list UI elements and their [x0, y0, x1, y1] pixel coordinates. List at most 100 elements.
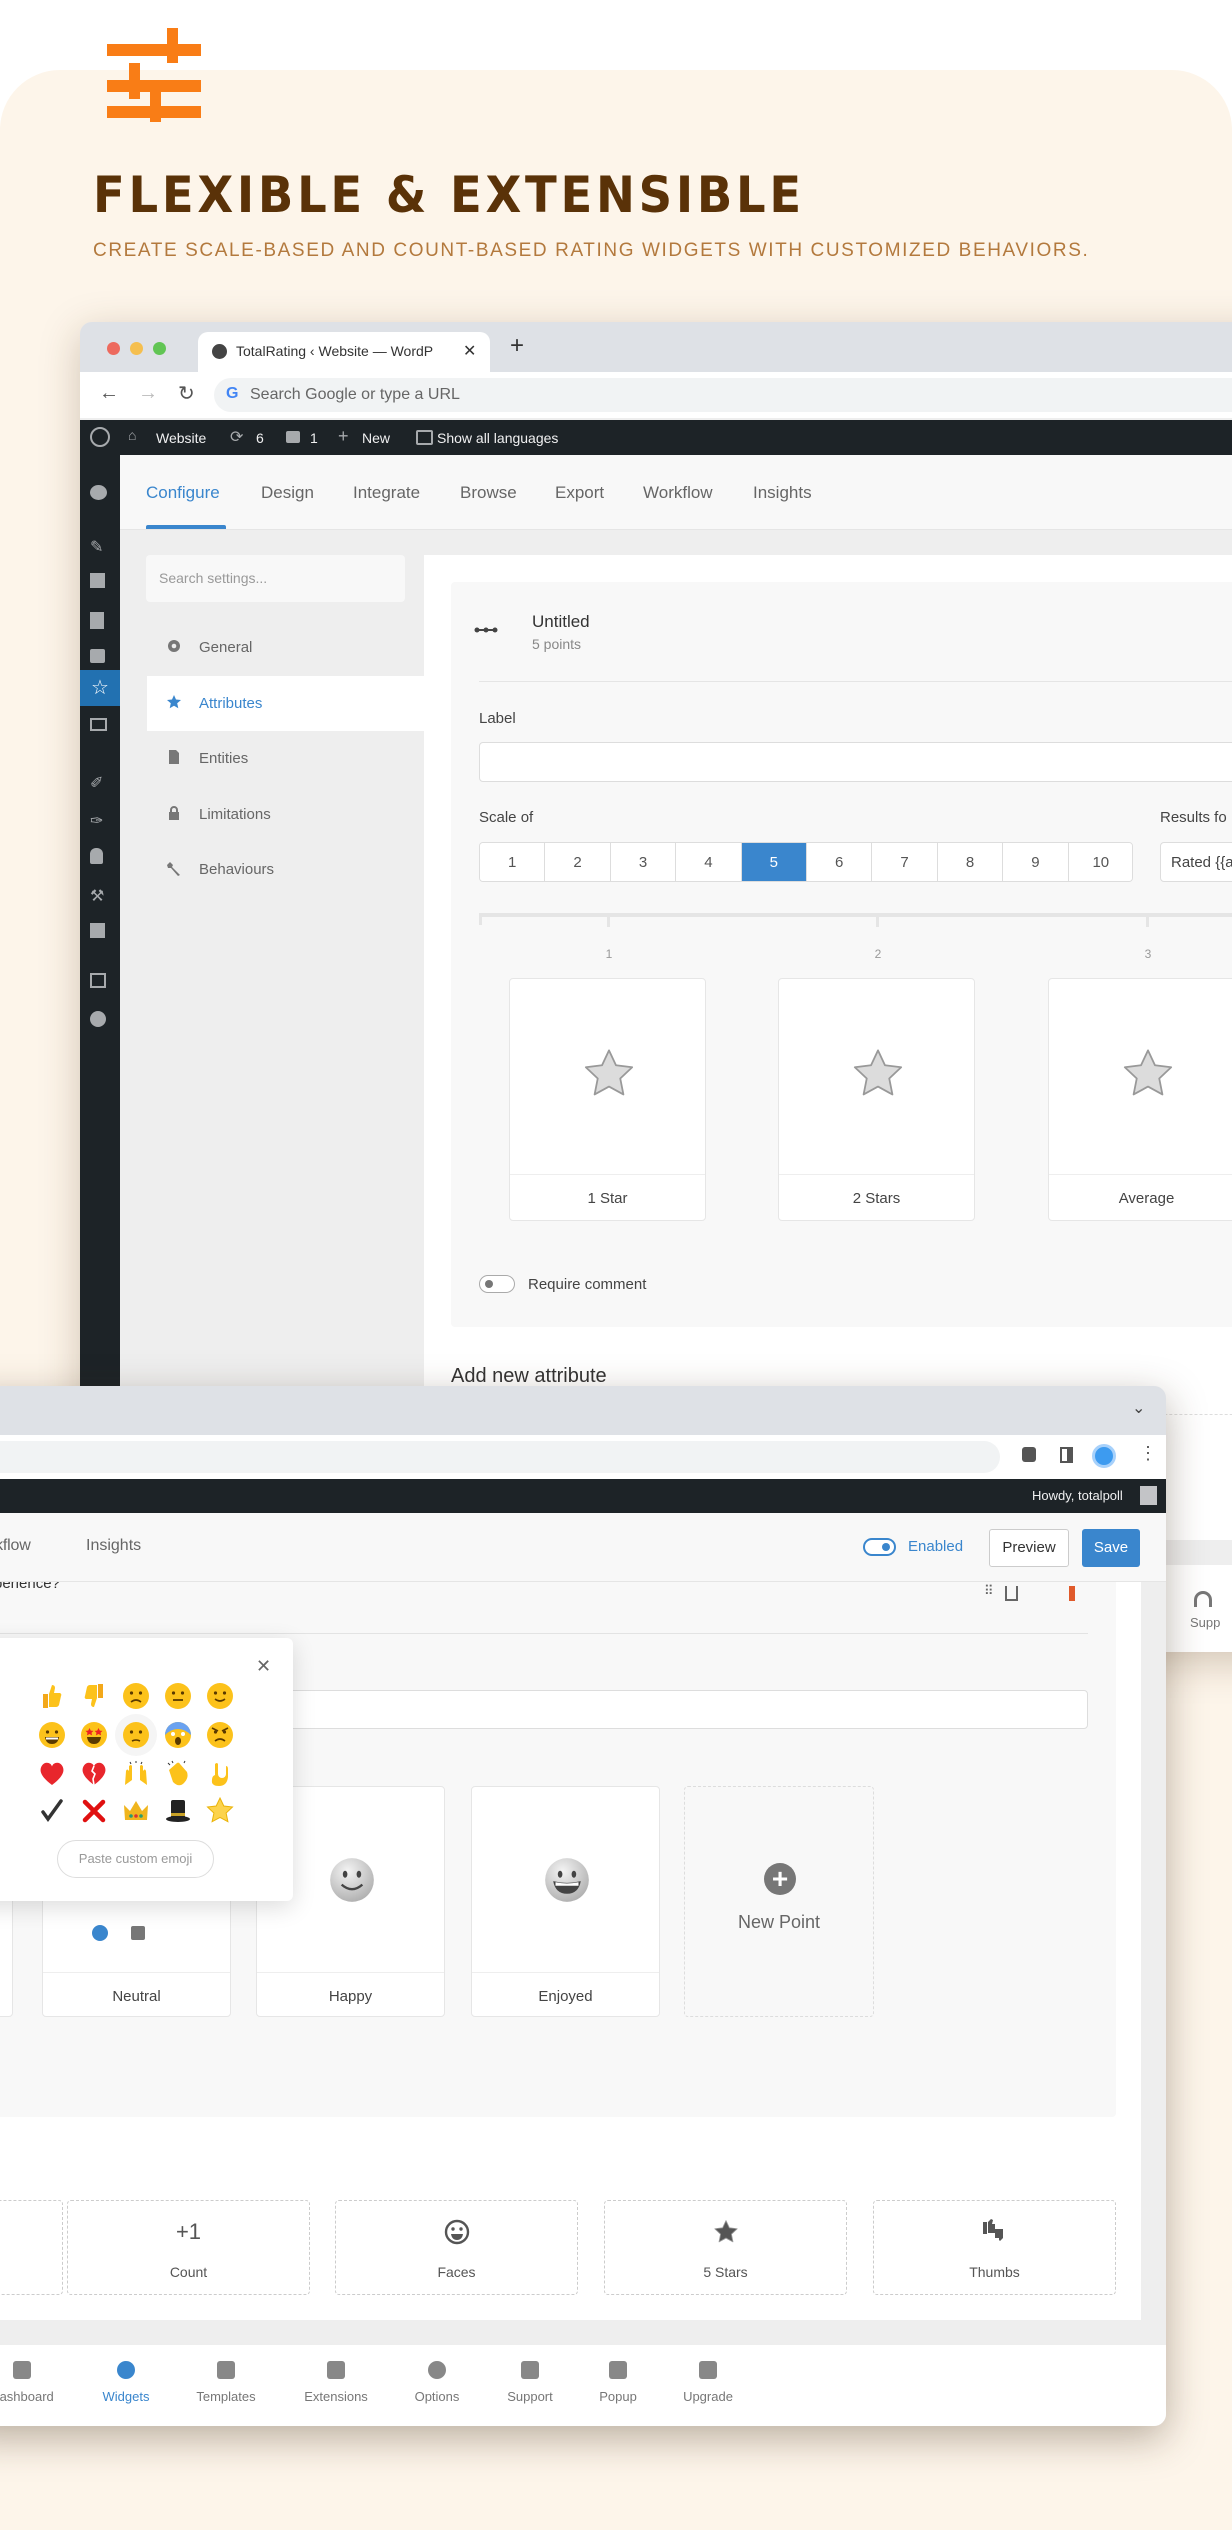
- star-emoji-icon[interactable]: [851, 1047, 905, 1106]
- user-avatar[interactable]: [1140, 1486, 1157, 1505]
- emoji-clapping-hands[interactable]: [163, 1758, 193, 1788]
- scale-option-2[interactable]: 2: [545, 843, 611, 881]
- emoji-angry-face[interactable]: [205, 1720, 235, 1750]
- emoji-ok-hand[interactable]: [205, 1758, 235, 1788]
- media-icon[interactable]: [90, 573, 105, 588]
- template-faces[interactable]: Faces: [335, 2200, 578, 2295]
- comments-menu-icon[interactable]: [90, 649, 105, 663]
- emoji-thumbs-down[interactable]: [79, 1681, 109, 1711]
- image-type-icon[interactable]: [131, 1926, 145, 1940]
- tab-configure[interactable]: Configure: [146, 483, 220, 503]
- omnibox[interactable]: G Search Google or type a URL: [214, 378, 1232, 412]
- scale-slider-track[interactable]: [479, 913, 1232, 917]
- emoji-star-struck[interactable]: [79, 1720, 109, 1750]
- scale-option-1[interactable]: 1: [480, 843, 546, 881]
- bottom-nav-widgets[interactable]: Widgets: [81, 2361, 171, 2404]
- settings-nav-attributes[interactable]: Attributes: [147, 675, 424, 731]
- admin-bar-comments[interactable]: 1: [310, 430, 318, 446]
- star-emoji-icon[interactable]: [582, 1047, 636, 1106]
- bottom-nav-support[interactable]: Supp: [1190, 1591, 1220, 1630]
- admin-bar-site[interactable]: Website: [156, 430, 206, 446]
- play-icon[interactable]: [90, 1011, 106, 1027]
- bottom-nav-extensions[interactable]: Extensions: [291, 2361, 381, 2404]
- scale-option-10[interactable]: 10: [1068, 843, 1132, 881]
- new-tab-button[interactable]: +: [510, 332, 524, 360]
- bottom-nav-upgrade[interactable]: Upgrade: [663, 2361, 753, 2404]
- label-input[interactable]: [479, 742, 1232, 782]
- bottom-nav-popup[interactable]: Popup: [573, 2361, 663, 2404]
- tab-insights[interactable]: Insights: [86, 1537, 141, 1555]
- settings-nav-entities[interactable]: Entities: [147, 731, 424, 786]
- tools-icon[interactable]: ⚒: [90, 886, 110, 905]
- emoji-slightly-frowning-face[interactable]: [121, 1681, 151, 1711]
- tab-browse[interactable]: Browse: [460, 483, 517, 503]
- tab-design[interactable]: Design: [261, 483, 314, 503]
- pin-icon[interactable]: ✎: [90, 537, 110, 556]
- rating-point-card[interactable]: 1 Star: [509, 978, 706, 1221]
- new-point-button[interactable]: + New Point: [684, 1786, 874, 2017]
- emoji-grinning-face[interactable]: [37, 1720, 67, 1750]
- emoji-raised-hands[interactable]: [121, 1758, 151, 1788]
- extensions-icon[interactable]: [1022, 1447, 1036, 1462]
- emoji-check-mark[interactable]: [37, 1796, 67, 1826]
- scale-option-7[interactable]: 7: [872, 843, 938, 881]
- emoji-type-icon[interactable]: [92, 1925, 108, 1941]
- template-count[interactable]: +1 Count: [67, 2200, 310, 2295]
- settings-nav-general[interactable]: General: [147, 620, 424, 675]
- results-input[interactable]: Rated {{a: [1160, 842, 1232, 882]
- bottom-nav-support[interactable]: Support: [485, 2361, 575, 2404]
- emoji-thumbs-up[interactable]: [37, 1681, 67, 1711]
- minimize-window-button[interactable]: [130, 342, 143, 355]
- settings-search[interactable]: Search settings...: [146, 555, 405, 602]
- close-picker-icon[interactable]: ✕: [256, 1656, 271, 1677]
- maximize-window-button[interactable]: [153, 342, 166, 355]
- tab-integrate[interactable]: Integrate: [353, 483, 420, 503]
- admin-bar-updates[interactable]: 6: [256, 430, 264, 446]
- close-tab-icon[interactable]: ✕: [463, 341, 476, 361]
- preview-button[interactable]: Preview: [989, 1529, 1069, 1567]
- settings-nav-behaviours[interactable]: Behaviours: [147, 842, 424, 897]
- delete-icon[interactable]: [1069, 1586, 1075, 1601]
- template-5-stars[interactable]: 5 Stars: [604, 2200, 847, 2295]
- tab-workflow[interactable]: Workflow: [643, 483, 713, 503]
- scale-option-3[interactable]: 3: [610, 843, 677, 881]
- enabled-toggle[interactable]: [863, 1538, 896, 1556]
- template-card[interactable]: [0, 2200, 63, 2295]
- settings-nav-limitations[interactable]: Limitations: [147, 787, 424, 842]
- drag-handle-icon[interactable]: ⠿: [984, 1583, 993, 1599]
- scale-option-5[interactable]: 5: [741, 843, 807, 881]
- dashboard-icon[interactable]: [90, 485, 107, 500]
- emoji-crown[interactable]: [121, 1796, 151, 1826]
- reload-icon[interactable]: ↻: [178, 381, 195, 406]
- tab-workflow[interactable]: rkflow: [0, 1537, 31, 1555]
- require-comment-toggle[interactable]: [479, 1275, 515, 1293]
- mail-icon[interactable]: [90, 718, 107, 731]
- translate-menu-icon[interactable]: [90, 973, 106, 988]
- emoji-slightly-smiling-face[interactable]: [205, 1681, 235, 1711]
- wordpress-logo-icon[interactable]: [90, 427, 110, 447]
- template-thumbs[interactable]: Thumbs: [873, 2200, 1116, 2295]
- rating-point-card[interactable]: Average: [1048, 978, 1232, 1221]
- profile-avatar[interactable]: [1092, 1444, 1116, 1468]
- emoji-broken-heart[interactable]: [79, 1758, 109, 1788]
- grinning-face-icon[interactable]: [544, 1857, 590, 1908]
- bottom-nav-options[interactable]: Options: [392, 2361, 482, 2404]
- browser-tab[interactable]: TotalRating ‹ Website — WordP ✕: [198, 332, 490, 372]
- admin-bar-languages[interactable]: Show all languages: [437, 430, 558, 446]
- appearance-icon[interactable]: ✐: [90, 773, 110, 792]
- scale-option-9[interactable]: 9: [1003, 843, 1069, 881]
- totalrating-menu-item[interactable]: ☆: [80, 670, 120, 706]
- plugins-icon[interactable]: ✑: [90, 811, 110, 830]
- pages-icon[interactable]: [90, 612, 104, 629]
- star-emoji-icon[interactable]: [1121, 1047, 1175, 1106]
- tab-insights[interactable]: Insights: [753, 483, 812, 503]
- bottom-nav-dashboard[interactable]: Dashboard: [0, 2361, 67, 2404]
- close-window-button[interactable]: [107, 342, 120, 355]
- emoji-cross-mark[interactable]: [79, 1796, 109, 1826]
- save-button[interactable]: Save: [1082, 1529, 1140, 1567]
- duplicate-icon[interactable]: [1005, 1586, 1018, 1601]
- rating-point-card[interactable]: 2 Stars: [778, 978, 975, 1221]
- emoji-screaming-face[interactable]: [163, 1720, 193, 1750]
- emoji-top-hat[interactable]: [163, 1796, 193, 1826]
- omnibox[interactable]: [0, 1441, 1000, 1473]
